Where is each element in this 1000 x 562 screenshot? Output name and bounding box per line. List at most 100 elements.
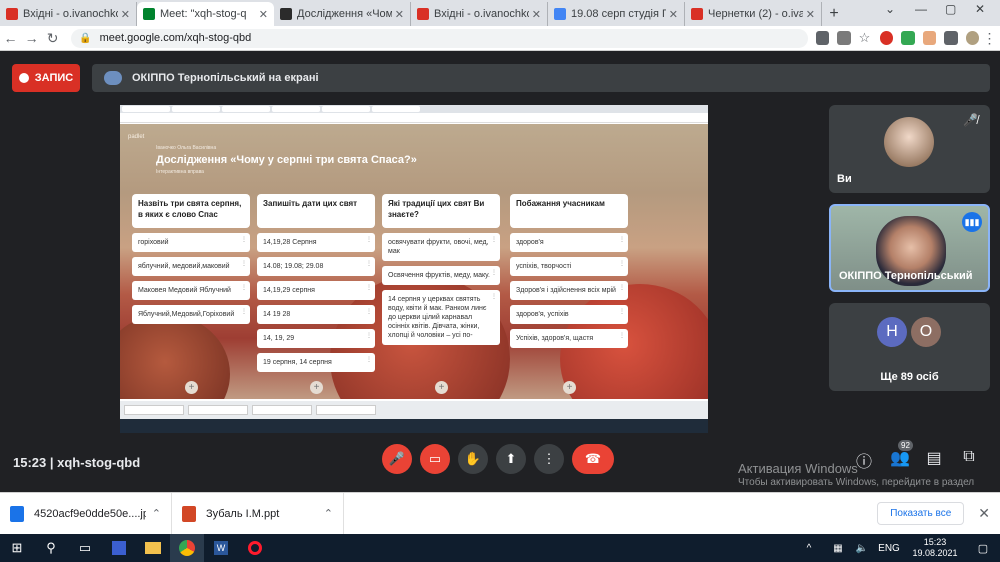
- padlet-subtitle: Інтерактивна вправа: [156, 169, 204, 175]
- padlet-card[interactable]: 14 серпня у церквах святять воду, квіти …: [382, 290, 500, 345]
- meeting-time-code: 15:23 | xqh-stog-qbd: [13, 455, 141, 470]
- participant-name: ОКІППО Тернопільський: [839, 270, 973, 282]
- leave-call-button[interactable]: ☎: [572, 444, 614, 474]
- padlet-card[interactable]: Яблучний,Медовий,Горіховий: [132, 305, 250, 324]
- padlet-card[interactable]: успіхів, творчості: [510, 257, 628, 276]
- minimize-icon[interactable]: —: [915, 2, 927, 16]
- padlet-card[interactable]: горіховий: [132, 233, 250, 252]
- padlet-card[interactable]: яблучний, медовий,маковий: [132, 257, 250, 276]
- tab-close-icon[interactable]: ✕: [121, 8, 130, 21]
- participant-tile-others[interactable]: НО Ще 89 осіб: [829, 303, 990, 391]
- browser-tab[interactable]: 19.08 серп студія ПК✕: [548, 2, 685, 26]
- opera-extension-icon[interactable]: [880, 31, 894, 45]
- record-icon: [18, 73, 29, 83]
- record-label: ЗАПИС: [34, 72, 74, 84]
- mic-off-icon: 🎤: [388, 451, 406, 466]
- tab-close-icon[interactable]: ✕: [395, 8, 404, 21]
- padlet-card[interactable]: здоров'я: [510, 233, 628, 252]
- padlet-card[interactable]: 14, 19, 29: [257, 329, 375, 348]
- tab-close-icon[interactable]: ✕: [806, 8, 815, 21]
- back-icon[interactable]: ←: [0, 30, 21, 46]
- tab-close-icon[interactable]: ✕: [259, 8, 268, 21]
- participant-count-badge: 92: [898, 440, 913, 451]
- file-icon: [182, 505, 196, 522]
- reload-icon[interactable]: ↻: [42, 30, 63, 47]
- chevron-up-icon[interactable]: ⌃: [324, 507, 333, 520]
- chevron-up-icon[interactable]: ⌃: [152, 507, 161, 520]
- word-icon[interactable]: W: [204, 534, 238, 562]
- padlet-card[interactable]: 14.08; 19.08; 29.08: [257, 257, 375, 276]
- browser-tab[interactable]: Вхідні - o.ivanochko@✕: [0, 2, 137, 26]
- tab-favicon: [6, 8, 18, 20]
- padlet-card[interactable]: 14 19 28: [257, 305, 375, 324]
- browser-tab[interactable]: Чернетки (2) - o.iva ✕: [685, 2, 822, 26]
- more-options-button[interactable]: ⋮: [534, 444, 564, 474]
- tab-favicon: [554, 8, 566, 20]
- notifications-icon[interactable]: ▢: [966, 534, 1000, 562]
- close-window-icon[interactable]: ✕: [975, 2, 985, 16]
- padlet-card[interactable]: Успіхів, здоров'я, щастя: [510, 329, 628, 348]
- download-item[interactable]: 4520acf9e0dde50e....jpg ⌃: [0, 492, 172, 535]
- padlet-card[interactable]: 19 серпня, 14 серпня: [257, 353, 375, 372]
- padlet-card[interactable]: 14,19,29 серпня: [257, 281, 375, 300]
- folder-icon[interactable]: [136, 534, 170, 562]
- maximize-icon[interactable]: ▢: [945, 2, 956, 16]
- show-all-button[interactable]: Показать все: [877, 502, 965, 525]
- close-icon[interactable]: ✕: [978, 505, 990, 522]
- menu-icon[interactable]: ⋮: [979, 30, 1000, 47]
- tab-close-icon[interactable]: ✕: [532, 8, 541, 21]
- puzzle-icon[interactable]: [944, 31, 958, 45]
- meeting-code: xqh-stog-qbd: [57, 455, 141, 470]
- tab-title: Meet: "xqh-stog-q: [160, 8, 247, 20]
- tray-chevron-icon[interactable]: ^: [792, 534, 826, 562]
- present-button[interactable]: ⬆: [496, 444, 526, 474]
- padlet-card[interactable]: Здоров'я і здійснення всіх мрій: [510, 281, 628, 300]
- new-tab-icon[interactable]: +: [822, 2, 846, 26]
- save-app-icon[interactable]: [102, 534, 136, 562]
- translate-icon[interactable]: [837, 31, 851, 45]
- participant-tile-speaker[interactable]: ▮▮▮ ОКІППО Тернопільський: [829, 204, 990, 292]
- shared-windows-taskbar: [120, 419, 708, 433]
- add-post-icon[interactable]: +: [310, 381, 323, 394]
- more-vert-icon: ⋮: [542, 451, 556, 466]
- chevron-down-icon[interactable]: ⌄: [885, 2, 895, 16]
- padlet-card[interactable]: Освячення фруктів, меду, маку.: [382, 266, 500, 285]
- url-field[interactable]: 🔒 meet.google.com/xqh-stog-qbd: [71, 28, 808, 48]
- padlet-card[interactable]: здоров'я, успіхів: [510, 305, 628, 324]
- column-header: Які традиції цих свят Ви знаєте?: [382, 194, 500, 228]
- network-icon[interactable]: ▦: [826, 534, 850, 562]
- camera-button[interactable]: ▭: [420, 444, 450, 474]
- padlet-card[interactable]: освячувати фрукти, овочі, мед, мак: [382, 233, 500, 261]
- shared-downloads-bar: [120, 401, 708, 419]
- forward-icon[interactable]: →: [21, 30, 42, 46]
- browser-tab[interactable]: Meet: "xqh-stog-q ✕: [137, 2, 274, 26]
- presenter-label: ОКІППО Тернопільський на екрані: [132, 72, 319, 84]
- opera-icon[interactable]: [238, 534, 272, 562]
- profile-avatar[interactable]: [965, 31, 979, 45]
- language-indicator[interactable]: ENG: [874, 534, 904, 562]
- add-post-icon[interactable]: +: [563, 381, 576, 394]
- tab-close-icon[interactable]: ✕: [669, 8, 678, 21]
- star-icon[interactable]: ☆: [859, 31, 872, 45]
- camera-icon[interactable]: [815, 31, 830, 45]
- padlet-card[interactable]: 14,19,28 Серпня: [257, 233, 375, 252]
- search-icon[interactable]: ⚲: [34, 534, 68, 562]
- volume-icon[interactable]: 🔈: [850, 534, 874, 562]
- browser-tab[interactable]: Дослідження «Чому у✕: [274, 2, 411, 26]
- task-view-icon[interactable]: ▭: [68, 534, 102, 562]
- add-post-icon[interactable]: +: [185, 381, 198, 394]
- download-item[interactable]: Зубаль І.М.ppt ⌃: [172, 492, 344, 535]
- padlet-card[interactable]: Маковея Медовий Яблучний: [132, 281, 250, 300]
- file-icon: [10, 505, 24, 522]
- shield-extension-icon[interactable]: [901, 31, 915, 45]
- extension-icon[interactable]: [922, 31, 937, 45]
- chrome-icon[interactable]: [170, 534, 204, 562]
- participant-tile-you[interactable]: 🎤̸ Ви: [829, 105, 990, 193]
- add-post-icon[interactable]: +: [435, 381, 448, 394]
- record-badge: ЗАПИС: [12, 64, 80, 92]
- browser-tab[interactable]: Вхідні - o.ivanochko@✕: [411, 2, 548, 26]
- start-icon[interactable]: ⊞: [0, 534, 34, 562]
- clock[interactable]: 15:23 19.08.2021: [904, 537, 966, 559]
- raise-hand-button[interactable]: ✋: [458, 444, 488, 474]
- mic-button[interactable]: 🎤: [382, 444, 412, 474]
